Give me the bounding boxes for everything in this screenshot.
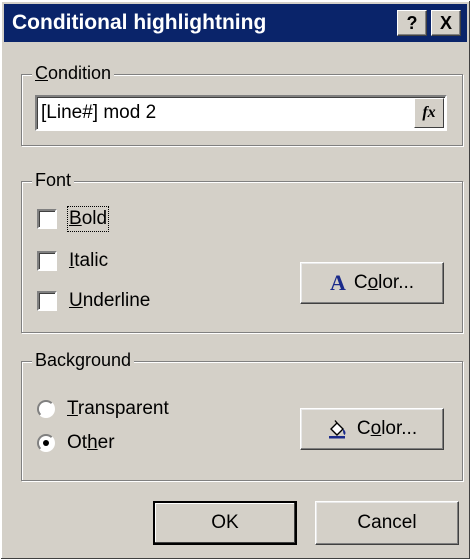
background-legend: Background xyxy=(32,350,135,371)
title-buttons: ? X xyxy=(397,10,467,36)
help-button[interactable]: ? xyxy=(397,10,427,36)
background-color-label: Color... xyxy=(356,418,418,439)
font-group: Font Bold Italic Underline A Color... xyxy=(21,170,463,333)
italic-label: Italic xyxy=(69,250,109,271)
bold-checkbox-row[interactable]: Bold xyxy=(37,206,110,232)
font-color-label: Color... xyxy=(353,272,415,293)
other-label: Other xyxy=(67,432,115,453)
window-title: Conditional highlightning xyxy=(12,11,267,34)
font-color-icon: A xyxy=(329,270,346,295)
bold-label: Bold xyxy=(66,206,110,232)
background-group: Background Transparent Other Color... xyxy=(21,350,463,481)
condition-legend-rest: ondition xyxy=(48,63,112,83)
italic-checkbox-row[interactable]: Italic xyxy=(37,250,108,272)
underline-checkbox[interactable] xyxy=(37,291,57,311)
close-button[interactable]: X xyxy=(431,10,461,36)
transparent-label: Transparent xyxy=(67,398,169,419)
condition-value[interactable]: [Line#] mod 2 xyxy=(37,102,414,124)
underline-label: Underline xyxy=(69,290,151,311)
other-radio[interactable] xyxy=(37,434,55,452)
function-icon: fx xyxy=(422,104,436,121)
transparent-radio[interactable] xyxy=(37,400,55,418)
condition-group: Condition [Line#] mod 2 fx xyxy=(21,63,463,146)
other-radio-row[interactable]: Other xyxy=(37,432,115,454)
background-color-button[interactable]: Color... xyxy=(300,408,444,450)
underline-checkbox-row[interactable]: Underline xyxy=(37,290,150,312)
paint-bucket-icon xyxy=(328,420,346,439)
transparent-radio-row[interactable]: Transparent xyxy=(37,398,169,420)
conditional-highlighting-dialog: Conditional highlightning ? X Condition … xyxy=(0,0,471,560)
condition-legend: Condition xyxy=(32,63,115,84)
title-bar[interactable]: Conditional highlightning ? X xyxy=(4,4,467,42)
italic-checkbox[interactable] xyxy=(37,251,57,271)
condition-input[interactable]: [Line#] mod 2 fx xyxy=(35,95,447,131)
bold-checkbox[interactable] xyxy=(37,209,57,229)
function-button[interactable]: fx xyxy=(414,98,444,128)
font-color-button[interactable]: A Color... xyxy=(300,262,444,304)
ok-button[interactable]: OK xyxy=(153,501,297,545)
font-legend: Font xyxy=(32,170,75,191)
cancel-button[interactable]: Cancel xyxy=(315,501,459,545)
